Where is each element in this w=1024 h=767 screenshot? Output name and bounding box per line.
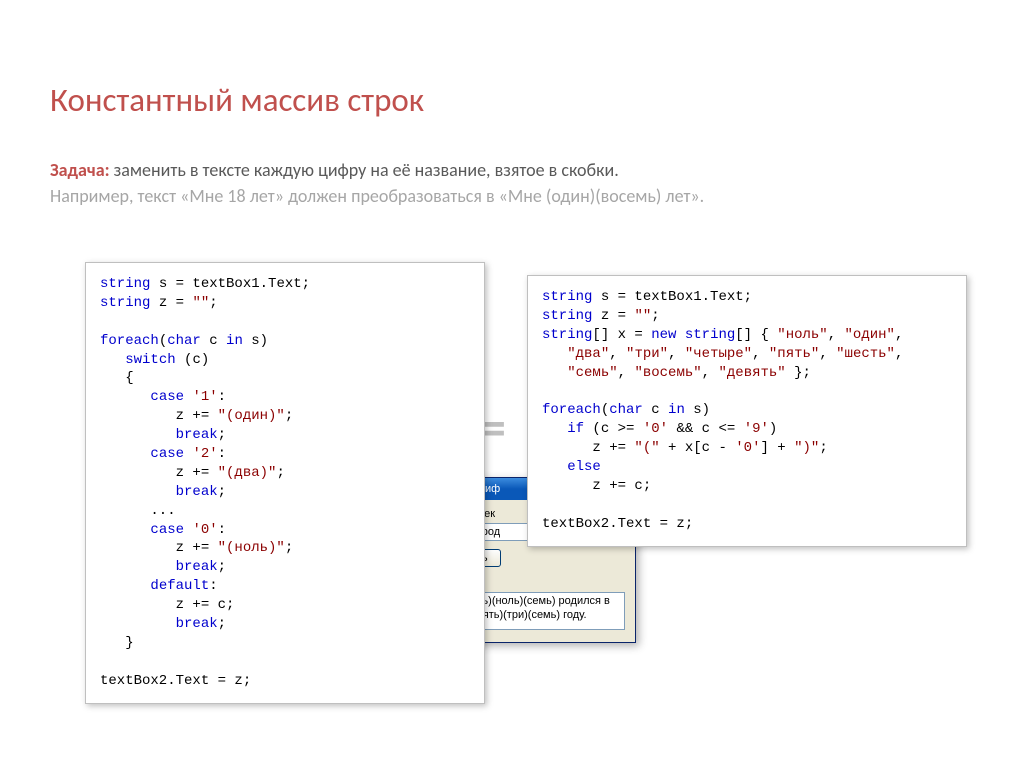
task-text: заменить в тексте каждую цифру на её наз… (110, 159, 619, 181)
code-snippet-switch: string s = textBox1.Text; string z = "";… (85, 262, 485, 704)
task-example: Например, текст «Мне 18 лет» должен прео… (50, 185, 974, 207)
slide-title: Константный массив строк (50, 80, 974, 120)
task-label: Задача: (50, 159, 110, 181)
task-description: Задача: заменить в тексте каждую цифру н… (50, 158, 974, 183)
code-snippet-array: string s = textBox1.Text; string z = "";… (527, 275, 967, 547)
